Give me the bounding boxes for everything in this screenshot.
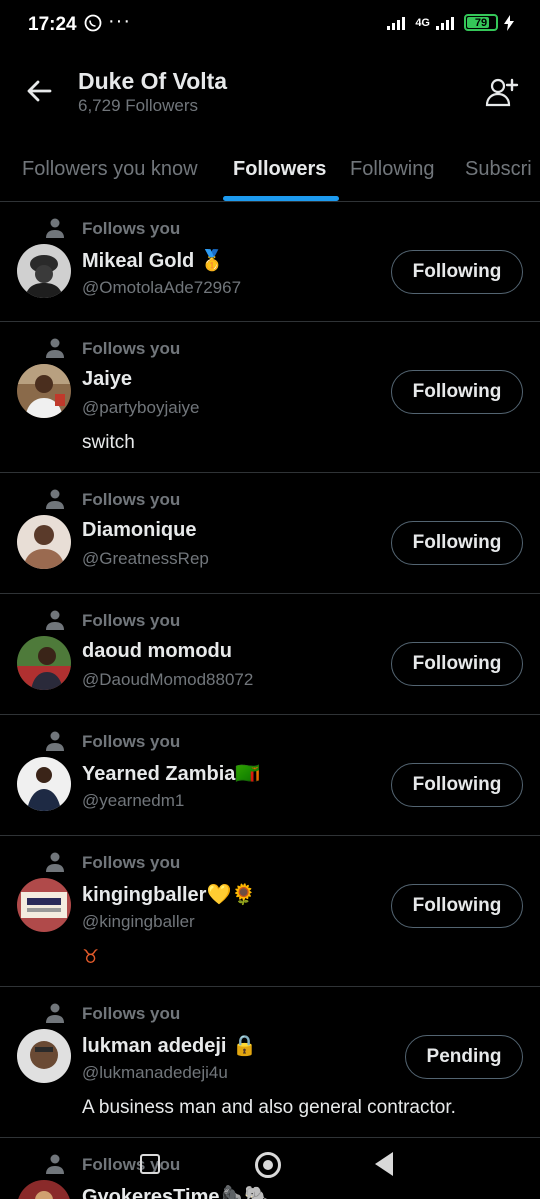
following-button[interactable]: Following bbox=[391, 642, 523, 686]
person-icon bbox=[46, 338, 64, 358]
avatar[interactable] bbox=[17, 878, 71, 932]
signal-icon-2 bbox=[436, 16, 454, 30]
user-name[interactable]: Jaiye bbox=[82, 368, 132, 391]
list-item[interactable]: Follows you daoud momodu @DaoudMomod8807… bbox=[0, 594, 540, 715]
list-item[interactable]: Follows you kingingballer💛🌻 @kingingball… bbox=[0, 836, 540, 987]
avatar[interactable] bbox=[17, 757, 71, 811]
follows-you-label: Follows you bbox=[82, 1004, 181, 1023]
following-button[interactable]: Following bbox=[391, 521, 523, 565]
user-bio: ♉ bbox=[82, 947, 100, 968]
user-handle[interactable]: @GreatnessRep bbox=[82, 549, 209, 569]
user-handle[interactable]: @kingingballer bbox=[82, 912, 195, 932]
person-icon bbox=[46, 489, 64, 509]
list-item[interactable]: Follows you Mikeal Gold 🥇 @OmotolaAde729… bbox=[0, 202, 540, 322]
follows-you-label: Follows you bbox=[82, 490, 181, 509]
profile-header: Duke Of Volta 6,729 Followers bbox=[0, 50, 540, 140]
home-icon bbox=[263, 1160, 273, 1170]
whatsapp-icon bbox=[84, 14, 102, 37]
follows-you-label: Follows you bbox=[82, 732, 181, 751]
user-handle[interactable]: @OmotolaAde72967 bbox=[82, 278, 241, 298]
signal-icon bbox=[387, 16, 406, 30]
follows-you-label: Follows you bbox=[82, 853, 181, 872]
page-title: Duke Of Volta bbox=[78, 68, 228, 94]
person-icon bbox=[46, 610, 64, 630]
avatar[interactable] bbox=[17, 636, 71, 690]
follows-you-label: Follows you bbox=[82, 339, 181, 358]
user-name[interactable]: Diamonique bbox=[82, 519, 196, 542]
avatar[interactable] bbox=[17, 515, 71, 569]
network-label: 4G bbox=[415, 16, 430, 29]
add-user-icon bbox=[485, 78, 519, 107]
system-back-button[interactable] bbox=[375, 1152, 393, 1176]
user-handle[interactable]: @partyboyjaiye bbox=[82, 398, 199, 418]
user-name[interactable]: Mikeal Gold 🥇 bbox=[82, 248, 225, 273]
back-button[interactable] bbox=[22, 74, 56, 108]
avatar[interactable] bbox=[17, 1029, 71, 1083]
battery-icon: 79 bbox=[464, 14, 498, 31]
following-button[interactable]: Following bbox=[391, 250, 523, 294]
tab-subscriptions[interactable]: Subscri bbox=[465, 158, 532, 181]
user-handle[interactable]: @yearnedm1 bbox=[82, 791, 184, 811]
follows-you-label: Follows you bbox=[82, 611, 181, 630]
battery-level: 79 bbox=[474, 16, 488, 29]
avatar[interactable] bbox=[17, 364, 71, 418]
home-button[interactable] bbox=[255, 1152, 281, 1178]
follower-count: 6,729 Followers bbox=[78, 96, 199, 115]
following-button[interactable]: Following bbox=[391, 884, 523, 928]
user-name[interactable]: Yearned Zambia🇿🇲 bbox=[82, 761, 260, 786]
person-icon bbox=[46, 731, 64, 751]
follower-list: Follows you Mikeal Gold 🥇 @OmotolaAde729… bbox=[0, 202, 540, 1199]
more-notifications-icon: ··· bbox=[108, 10, 131, 32]
tab-followers-you-know[interactable]: Followers you know bbox=[22, 158, 198, 181]
status-bar: 17:24 ··· 4G 79 bbox=[0, 0, 540, 50]
user-name[interactable]: lukman adedeji 🔒 bbox=[82, 1033, 257, 1058]
pending-button[interactable]: Pending bbox=[405, 1035, 523, 1079]
user-handle[interactable]: @lukmanadedeji4u bbox=[82, 1063, 228, 1083]
person-icon bbox=[46, 852, 64, 872]
status-time: 17:24 bbox=[28, 14, 77, 35]
user-bio: switch bbox=[82, 432, 135, 453]
list-item[interactable]: Follows you lukman adedeji 🔒 @lukmanaded… bbox=[0, 987, 540, 1138]
tab-following[interactable]: Following bbox=[350, 158, 434, 181]
person-icon bbox=[46, 1003, 64, 1023]
charging-icon bbox=[504, 14, 514, 31]
list-item[interactable]: Follows you Yearned Zambia🇿🇲 @yearnedm1 … bbox=[0, 715, 540, 836]
system-nav-bar bbox=[0, 1140, 540, 1199]
user-name[interactable]: kingingballer💛🌻 bbox=[82, 882, 256, 907]
arrow-left-icon bbox=[27, 80, 52, 102]
list-item[interactable]: Follows you Diamonique @GreatnessRep Fol… bbox=[0, 473, 540, 594]
add-user-button[interactable] bbox=[484, 74, 520, 110]
person-icon bbox=[46, 218, 64, 238]
following-button[interactable]: Following bbox=[391, 763, 523, 807]
following-button[interactable]: Following bbox=[391, 370, 523, 414]
follows-you-label: Follows you bbox=[82, 219, 181, 238]
active-tab-indicator bbox=[223, 196, 339, 201]
user-handle[interactable]: @DaoudMomod88072 bbox=[82, 670, 253, 690]
tab-followers[interactable]: Followers bbox=[233, 158, 326, 181]
recent-apps-button[interactable] bbox=[140, 1154, 160, 1174]
list-item[interactable]: Follows you Jaiye @partyboyjaiye switch … bbox=[0, 322, 540, 473]
tab-bar: Followers you know Followers Following S… bbox=[0, 140, 540, 202]
avatar[interactable] bbox=[17, 244, 71, 298]
user-name[interactable]: daoud momodu bbox=[82, 640, 232, 663]
user-bio: A business man and also general contract… bbox=[82, 1097, 456, 1118]
